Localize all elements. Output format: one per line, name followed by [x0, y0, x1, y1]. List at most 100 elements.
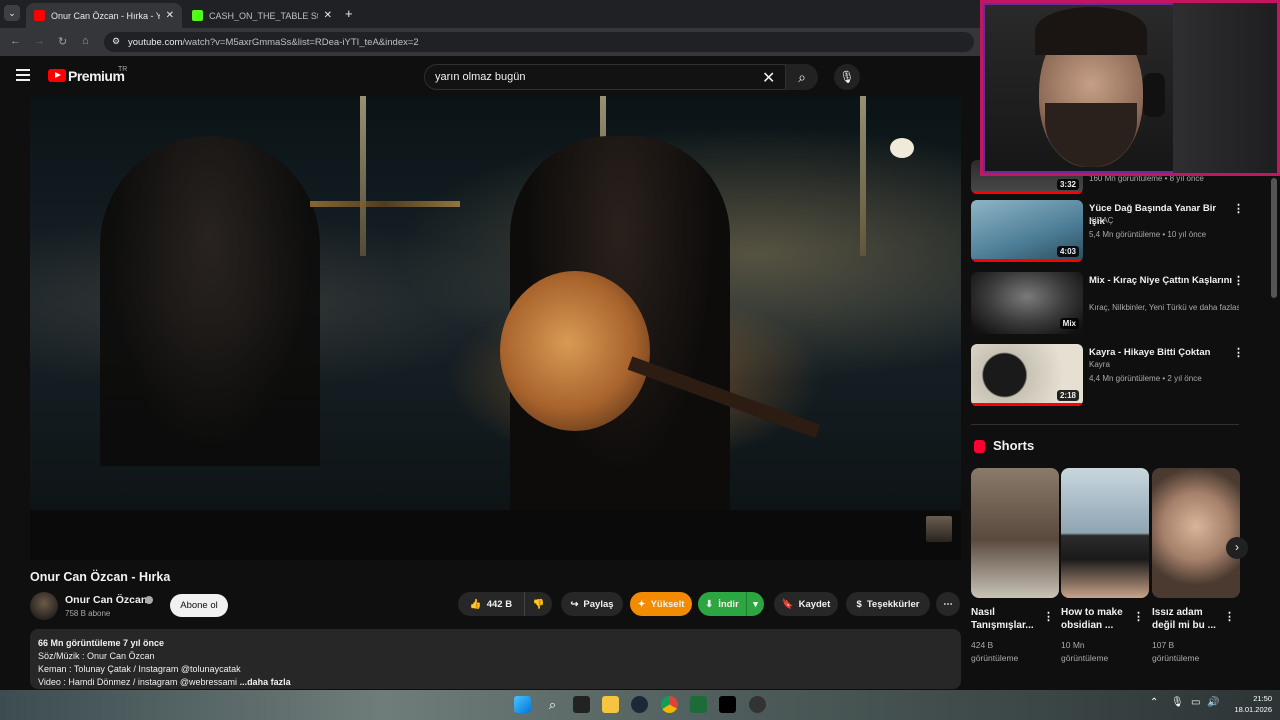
more-options-icon[interactable]: ⋮ [1224, 610, 1235, 623]
reload-icon[interactable]: ↻ [58, 35, 67, 48]
scene-pillar [860, 96, 866, 256]
short-title: Issız adam değil mi bu ... [1152, 607, 1216, 631]
chevron-right-icon[interactable]: › [1226, 537, 1248, 559]
download-options-button[interactable]: ▾ [746, 592, 764, 616]
windows-start-icon[interactable] [514, 696, 531, 713]
search-icon[interactable]: ⌕ [544, 696, 561, 713]
country-code: TR [118, 66, 128, 73]
thumbs-up-icon: 👍 [469, 598, 482, 610]
show-more-link[interactable]: ...daha fazla [240, 677, 291, 687]
download-label: İndir [718, 598, 739, 610]
more-options-icon[interactable]: ⋮ [1233, 202, 1244, 215]
save-button[interactable]: 🔖 Kaydet [774, 592, 838, 616]
file-explorer-icon[interactable] [602, 696, 619, 713]
download-button[interactable]: ⬇ İndir [698, 592, 746, 616]
network-icon[interactable]: ▭ [1191, 697, 1200, 708]
like-count: 442 B [486, 598, 513, 610]
share-button[interactable]: ↪ Paylaş [561, 592, 623, 616]
back-icon[interactable]: ← [10, 35, 21, 47]
channel-name[interactable]: Onur Can Özcan [65, 594, 147, 606]
tab-title: Onur Can Özcan - Hırka - YouT [51, 10, 160, 21]
steam-icon[interactable] [631, 696, 648, 713]
tab-kick[interactable]: CASH_ON_THE_TABLE Stream - ✕ [184, 3, 340, 28]
scrollbar[interactable] [1271, 178, 1277, 298]
channel-avatar[interactable] [30, 592, 58, 620]
chrome-icon[interactable] [661, 696, 678, 713]
view-date-meta: 66 Mn görüntüleme 7 yıl önce [38, 638, 165, 648]
webcam-background [1173, 3, 1277, 173]
description-line: Söz/Müzik : Onur Can Özcan [38, 651, 155, 661]
recommended-video[interactable]: 4:03 Yüce Dağ Başında Yanar Bir Işık KIR… [971, 200, 1244, 264]
close-tab-icon[interactable]: ✕ [324, 10, 332, 21]
mic-icon: 🎙 [839, 70, 855, 84]
video-thumbnail[interactable]: 2:18 [971, 344, 1083, 406]
shorts-heading: Shorts [993, 438, 1035, 453]
tab-youtube[interactable]: Onur Can Özcan - Hırka - YouT ✕ [26, 3, 182, 28]
like-button[interactable]: 👍 442 B [458, 592, 524, 616]
new-tab-button[interactable]: + [345, 6, 353, 21]
boost-icon: ✦ [637, 598, 646, 610]
short-thumbnail[interactable] [1152, 468, 1240, 598]
forward-icon[interactable]: → [34, 35, 45, 47]
youtube-logo-icon[interactable] [48, 69, 66, 82]
short-title: How to make obsidian ... [1061, 607, 1123, 631]
subscribe-button[interactable]: Abone ol [170, 594, 228, 617]
verified-icon [145, 596, 153, 604]
scene-violinist [100, 136, 320, 466]
address-bar[interactable]: ⚙ youtube.com/watch?v=M5axrGmmaSs&list=R… [104, 32, 974, 52]
recommended-video[interactable]: 2:18 Kayra - Hikaye Bitti Çoktan Kayra 4… [971, 344, 1244, 408]
home-icon[interactable]: ⌂ [82, 35, 89, 47]
mix-thumbnail[interactable]: Mix [971, 272, 1083, 334]
app-icon[interactable] [749, 696, 766, 713]
more-options-icon[interactable]: ⋮ [1233, 346, 1244, 359]
short-views: 10 Mn görüntüleme [1061, 640, 1109, 663]
save-label: Kaydet [798, 598, 831, 610]
system-clock[interactable]: 21:50 18.01.2026 [1226, 693, 1272, 715]
app-icon[interactable] [690, 696, 707, 713]
boost-button[interactable]: ✦ Yükselt [630, 592, 692, 616]
clear-search-icon[interactable]: ✕ [762, 68, 775, 88]
site-info-icon[interactable]: ⚙ [112, 36, 120, 47]
scene-lamp [890, 138, 914, 158]
app-icon[interactable] [573, 696, 590, 713]
thanks-icon: $ [856, 598, 862, 610]
capcut-icon[interactable] [719, 696, 736, 713]
tab-title: CASH_ON_THE_TABLE Stream - [209, 10, 318, 21]
video-thumbnail[interactable]: 4:03 [971, 200, 1083, 262]
search-input[interactable]: yarın olmaz bugün [424, 64, 786, 90]
short-views: 107 Bgörüntüleme [1152, 640, 1200, 663]
mic-icon[interactable]: 🎙 [1171, 697, 1184, 708]
short-thumbnail[interactable] [971, 468, 1059, 598]
voice-search-button[interactable]: 🎙 [834, 64, 860, 90]
description-box[interactable]: 66 Mn görüntüleme 7 yıl önce Söz/Müzik :… [30, 629, 961, 689]
logo-text[interactable]: Premium [68, 68, 125, 84]
more-actions-button[interactable]: ⋯ [936, 592, 960, 616]
duration-badge: 2:18 [1056, 390, 1079, 401]
video-title: Onur Can Özcan - Hırka [30, 570, 171, 584]
dislike-button[interactable]: 👎 [524, 592, 552, 616]
video-title: Kayra - Hikaye Bitti Çoktan [1089, 347, 1211, 358]
search-icon: ⌕ [798, 69, 806, 85]
video-bottom-bar [30, 510, 961, 560]
chevron-up-icon[interactable]: ⌃ [1150, 697, 1158, 708]
share-icon: ↪ [570, 598, 579, 610]
tab-list-button[interactable]: ⌄ [4, 5, 20, 21]
recommended-mix[interactable]: Mix Mix - Kıraç Niye Çattın Kaşlarını Kı… [971, 272, 1244, 336]
thanks-button[interactable]: $ Teşekkürler [846, 592, 930, 616]
more-options-icon[interactable]: ⋮ [1043, 610, 1054, 623]
watch-progress [971, 191, 1083, 194]
description-line: Keman : Tolunay Çatak / Instagram @tolun… [38, 664, 241, 674]
volume-icon[interactable]: 🔊 [1207, 697, 1219, 708]
short-thumbnail[interactable] [1061, 468, 1149, 598]
menu-icon[interactable] [16, 69, 30, 81]
search-button[interactable]: ⌕ [786, 64, 818, 90]
close-tab-icon[interactable]: ✕ [166, 10, 174, 21]
more-options-icon[interactable]: ⋮ [1233, 274, 1244, 287]
description-line: Video : Hamdi Dönmez / instagram @webres… [38, 677, 238, 687]
channel-watermark[interactable] [926, 516, 952, 542]
video-meta: 4,4 Mn görüntüleme • 2 yıl önce [1089, 374, 1202, 383]
video-player[interactable] [30, 96, 961, 510]
subscriber-count: 758 B abone [65, 609, 111, 618]
more-options-icon[interactable]: ⋮ [1133, 610, 1144, 623]
video-meta: 5,4 Mn görüntüleme • 10 yıl önce [1089, 230, 1207, 239]
